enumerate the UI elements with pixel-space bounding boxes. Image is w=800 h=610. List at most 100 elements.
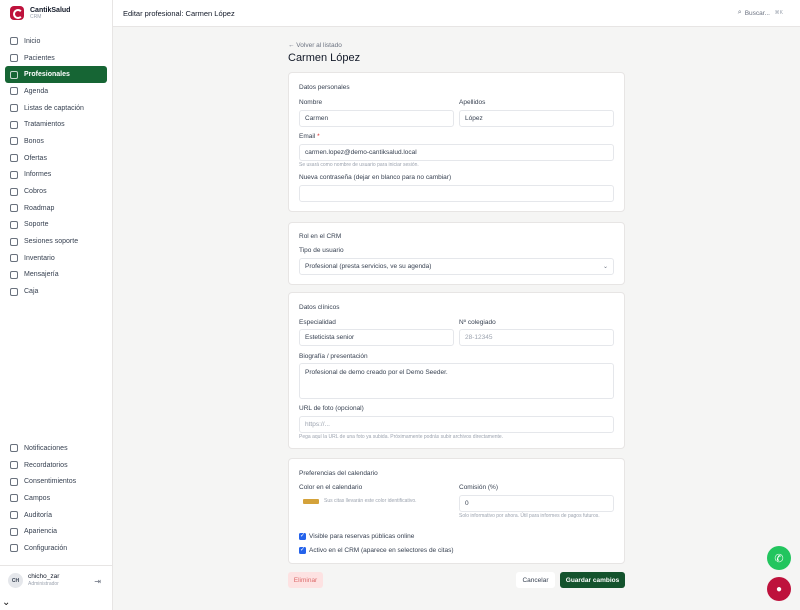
sidebar-item-soporte[interactable]: Soporte [5, 217, 107, 234]
active-crm-label: Activo en el CRM (aparece en selectores … [309, 547, 454, 554]
sidebar-item-label: Inicio [24, 37, 41, 45]
sidebar-item-sesiones-soporte[interactable]: Sesiones soporte [5, 233, 107, 250]
sidebar-item-configuracion[interactable]: Configuración [5, 540, 107, 557]
sidebar-item-label: Tratamientos [24, 121, 65, 129]
surname-input[interactable]: López [459, 110, 614, 127]
sidebar-item-label: Caja [24, 288, 39, 296]
sidebar-item-label: Pacientes [24, 54, 55, 62]
sidebar-item-inicio[interactable]: Inicio [5, 33, 107, 50]
sidebar-item-notificaciones[interactable]: Notificaciones [5, 440, 107, 457]
card-calendar-preferences: Preferencias del calendario Color en el … [288, 458, 625, 564]
chat-button[interactable]: ● [767, 577, 791, 601]
back-link[interactable]: ← Volver al listado [288, 42, 342, 49]
sidebar-item-apariencia[interactable]: Apariencia [5, 523, 107, 540]
surname-label: Apellidos [459, 99, 486, 106]
sidebar-item-label: Auditoría [24, 511, 53, 519]
sidebar-item-roadmap[interactable]: Roadmap [5, 200, 107, 217]
bio-textarea[interactable]: Profesional de demo creado por el Demo S… [299, 363, 614, 399]
user-role: Administrador [28, 581, 59, 588]
sidebar-item-informes[interactable]: Informes [5, 167, 107, 184]
sidebar-item-agenda[interactable]: Agenda [5, 83, 107, 100]
sidebar-item-label: Listas de captación [24, 104, 84, 112]
online-booking-label: Visible para reservas públicas online [309, 533, 415, 540]
sidebar-item-mensajeria[interactable]: Mensajería [5, 267, 107, 284]
color-picker[interactable] [303, 499, 319, 504]
sidebar-item-inventario[interactable]: Inventario [5, 250, 107, 267]
user-type-select[interactable]: Profesional (presta servicios, ve su age… [299, 258, 614, 275]
online-booking-checkbox[interactable]: ✓ [299, 533, 306, 540]
whatsapp-button[interactable]: ✆ [767, 546, 791, 570]
sidebar-item-label: Inventario [24, 254, 55, 262]
email-hint: Se usará como nombre de usuario para ini… [299, 162, 419, 168]
photo-url-label: URL de foto (opcional) [299, 405, 364, 412]
password-input[interactable] [299, 185, 614, 202]
sidebar-item-campos[interactable]: Campos [5, 490, 107, 507]
page-title: Carmen López [288, 52, 361, 64]
name-input[interactable]: Carmen [299, 110, 454, 127]
sidebar-item-auditoria[interactable]: Auditoría [5, 507, 107, 524]
sidebar-item-label: Recordatorios [24, 461, 68, 469]
user-profile[interactable]: CH chicho_zar Administrador ⇥ [0, 565, 113, 595]
coin-icon [10, 187, 18, 196]
sidebar-item-label: Informes [24, 171, 52, 179]
chevron-down-icon[interactable]: ⌄ [2, 598, 10, 608]
brand-logo-icon [10, 6, 24, 20]
brand[interactable]: CantikSalud CRM [10, 6, 70, 20]
commission-label: Comisión (%) [459, 484, 499, 491]
card-title: Datos clínicos [299, 304, 340, 311]
user-name: chicho_zar [28, 572, 60, 580]
sidebar-item-caja[interactable]: Caja [5, 283, 107, 300]
commission-hint: Solo informativo por ahora. Útil para in… [459, 513, 600, 519]
logout-icon[interactable]: ⇥ [94, 577, 101, 586]
sidebar-item-label: Mensajería [24, 271, 59, 279]
sidebar-item-label: Agenda [24, 87, 49, 95]
sidebar-item-consentimientos[interactable]: Consentimientos [5, 473, 107, 490]
sidebar-item-label: Ofertas [24, 154, 47, 162]
message-icon [10, 270, 18, 279]
email-label-text: Email [299, 133, 316, 140]
email-input[interactable]: carmen.lopez@demo-cantiksalud.local [299, 144, 614, 161]
search-trigger[interactable]: ⌕ Buscar... [738, 9, 770, 17]
header-title: Editar profesional: Carmen López [123, 9, 235, 18]
card-personal-data: Datos personales Nombre Carmen Apellidos… [288, 72, 625, 212]
license-label: Nº colegiado [459, 319, 496, 326]
sidebar-item-label: Campos [24, 494, 51, 502]
save-button[interactable]: Guardar cambios [560, 572, 625, 588]
sidebar-item-profesionales[interactable]: Profesionales [5, 66, 107, 84]
sidebar-item-tratamientos[interactable]: Tratamientos [5, 116, 107, 133]
sidebar-item-label: Consentimientos [24, 478, 77, 486]
card-title: Rol en el CRM [299, 233, 342, 240]
user-type-label: Tipo de usuario [299, 247, 344, 254]
chart-icon [10, 170, 18, 179]
file-icon [10, 477, 18, 486]
cancel-button[interactable]: Cancelar [516, 572, 555, 588]
id-card-icon [10, 70, 18, 79]
sidebar-item-label: Bonos [24, 137, 44, 145]
calendar-icon [10, 87, 18, 96]
sidebar-item-label: Configuración [24, 544, 68, 552]
sidebar-item-ofertas[interactable]: Ofertas [5, 150, 107, 167]
active-crm-checkbox[interactable]: ✓ [299, 547, 306, 554]
sidebar-item-bonos[interactable]: Bonos [5, 133, 107, 150]
lifebuoy-icon [10, 220, 18, 229]
commission-input[interactable]: 0 [459, 495, 614, 512]
sidebar-item-label: Soporte [24, 221, 49, 229]
sidebar-item-listas[interactable]: Listas de captación [5, 100, 107, 117]
whatsapp-icon: ✆ [774, 552, 784, 565]
sidebar-item-label: Roadmap [24, 204, 55, 212]
sidebar-item-recordatorios[interactable]: Recordatorios [5, 457, 107, 474]
specialty-input[interactable]: Esteticista senior [299, 329, 454, 346]
box-icon [10, 254, 18, 263]
sidebar-item-cobros[interactable]: Cobros [5, 183, 107, 200]
cash-register-icon [10, 287, 18, 296]
palette-icon [10, 527, 18, 536]
photo-url-input[interactable]: https://... [299, 416, 614, 433]
sidebar-item-pacientes[interactable]: Pacientes [5, 50, 107, 67]
color-hint: Sus citas llevarán este color identifica… [324, 498, 417, 504]
list-icon [10, 104, 18, 113]
license-input[interactable]: 28-12345 [459, 329, 614, 346]
search-icon: ⌕ [737, 9, 742, 16]
delete-button[interactable]: Eliminar [288, 572, 323, 588]
sidebar-item-label: Cobros [24, 188, 47, 196]
chevron-down-icon: ⌄ [602, 264, 608, 270]
